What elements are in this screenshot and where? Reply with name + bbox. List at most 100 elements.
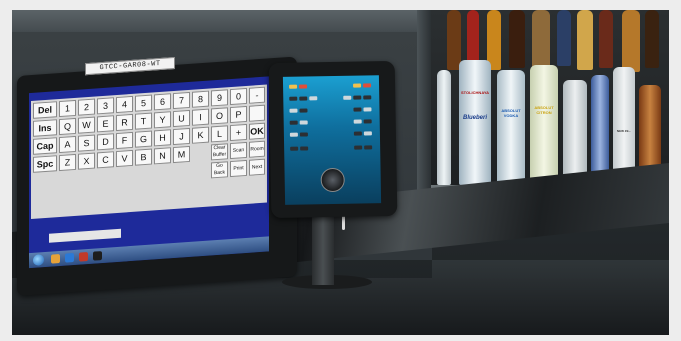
key[interactable]: K bbox=[192, 126, 209, 144]
wall-top-trim bbox=[12, 10, 432, 32]
key[interactable]: F bbox=[116, 131, 133, 150]
next-key[interactable]: Next bbox=[249, 158, 265, 176]
absolut-citron-label: ABSOLUT CITRON bbox=[534, 105, 554, 115]
control-button[interactable] bbox=[353, 131, 362, 136]
bar-photo: STOLICHNAYA Blueberi ABSOLUT VODKA ABSOL… bbox=[12, 10, 669, 335]
key[interactable]: C bbox=[97, 151, 114, 169]
navigation-wheel-icon[interactable] bbox=[320, 167, 345, 193]
control-button[interactable] bbox=[299, 108, 308, 113]
key[interactable]: 5 bbox=[135, 94, 152, 112]
key-ins[interactable]: Ins bbox=[33, 119, 57, 137]
control-button[interactable] bbox=[353, 83, 362, 88]
key[interactable]: - bbox=[249, 86, 265, 104]
start-orb-icon[interactable] bbox=[33, 254, 44, 266]
key[interactable]: Z bbox=[59, 153, 76, 172]
key[interactable]: N bbox=[154, 147, 171, 165]
control-button[interactable] bbox=[289, 84, 298, 89]
tablet-screen[interactable] bbox=[282, 75, 382, 205]
tablet bbox=[268, 60, 398, 219]
key[interactable]: + bbox=[230, 123, 247, 142]
control-button[interactable] bbox=[353, 107, 362, 112]
key[interactable]: S bbox=[78, 134, 95, 152]
control-button[interactable] bbox=[364, 145, 373, 150]
control-button[interactable] bbox=[363, 107, 372, 112]
control-button[interactable] bbox=[299, 84, 308, 89]
control-button[interactable] bbox=[343, 95, 352, 100]
key[interactable]: D bbox=[97, 133, 114, 151]
key[interactable]: J bbox=[173, 127, 190, 146]
control-button[interactable] bbox=[354, 145, 363, 150]
go-back-key[interactable]: Go Back bbox=[211, 161, 228, 179]
key-spc[interactable]: Spc bbox=[33, 155, 57, 173]
pos-screen[interactable]: Del 1 2 3 4 5 6 7 8 9 0 - Ins Q W E R T … bbox=[29, 76, 269, 269]
control-button[interactable] bbox=[363, 119, 372, 124]
key[interactable]: O bbox=[211, 107, 228, 125]
control-button[interactable] bbox=[299, 120, 308, 125]
key-ok[interactable]: OK bbox=[249, 122, 265, 140]
bottle bbox=[563, 80, 587, 185]
key[interactable]: G bbox=[135, 130, 152, 148]
key[interactable]: Q bbox=[59, 117, 76, 136]
key[interactable] bbox=[249, 104, 265, 122]
control-button[interactable] bbox=[299, 96, 308, 101]
key[interactable]: Y bbox=[154, 111, 171, 129]
clear-buffer-key[interactable]: Clear Buffer bbox=[211, 143, 228, 161]
app-icon[interactable] bbox=[51, 253, 60, 264]
app-icon[interactable] bbox=[65, 253, 74, 263]
control-button[interactable] bbox=[353, 119, 362, 124]
control-button[interactable] bbox=[363, 83, 372, 88]
key[interactable]: 7 bbox=[173, 91, 190, 110]
control-button[interactable] bbox=[289, 120, 298, 125]
key[interactable]: T bbox=[135, 112, 152, 130]
control-button[interactable] bbox=[353, 95, 362, 100]
key[interactable]: W bbox=[78, 116, 95, 134]
app-icon[interactable] bbox=[93, 251, 102, 261]
control-button[interactable] bbox=[289, 108, 298, 113]
bottle bbox=[532, 10, 550, 72]
key[interactable]: 8 bbox=[192, 90, 209, 108]
key[interactable]: L bbox=[211, 125, 228, 143]
control-button[interactable] bbox=[289, 132, 298, 137]
photo-frame: STOLICHNAYA Blueberi ABSOLUT VODKA ABSOL… bbox=[0, 0, 681, 341]
key[interactable]: X bbox=[78, 152, 95, 170]
key[interactable]: I bbox=[192, 108, 209, 126]
key[interactable]: 9 bbox=[211, 89, 228, 107]
key[interactable]: 3 bbox=[97, 97, 114, 115]
key[interactable]: 1 bbox=[59, 99, 76, 118]
key[interactable]: H bbox=[154, 129, 171, 147]
key-del[interactable]: Del bbox=[33, 101, 57, 119]
control-button[interactable] bbox=[289, 96, 298, 101]
key[interactable]: E bbox=[97, 115, 114, 133]
key[interactable]: P bbox=[230, 105, 247, 124]
control-button[interactable] bbox=[290, 146, 299, 151]
key[interactable]: 6 bbox=[154, 93, 171, 111]
tablet-stand bbox=[312, 215, 334, 285]
key[interactable]: U bbox=[173, 109, 190, 128]
scan-key[interactable]: Scan bbox=[230, 141, 247, 160]
absolut-citron-bottle: ABSOLUT CITRON bbox=[530, 65, 558, 185]
key[interactable]: A bbox=[59, 135, 76, 154]
key[interactable]: 2 bbox=[78, 98, 95, 116]
onscreen-keyboard: Del 1 2 3 4 5 6 7 8 9 0 - Ins Q W E R T … bbox=[31, 84, 267, 220]
key[interactable]: M bbox=[173, 145, 190, 164]
key[interactable]: R bbox=[116, 113, 133, 132]
app-icon[interactable] bbox=[79, 252, 88, 262]
bottle bbox=[467, 10, 479, 65]
bottle bbox=[557, 10, 571, 66]
key[interactable]: V bbox=[116, 149, 133, 168]
room-key[interactable]: Room bbox=[249, 140, 265, 158]
text-input-bar[interactable] bbox=[49, 228, 121, 243]
stolichnaya-label: STOLICHNAYA bbox=[460, 90, 490, 95]
control-button[interactable] bbox=[363, 95, 372, 100]
control-button[interactable] bbox=[363, 131, 372, 136]
stolichnaya-bottle: STOLICHNAYA Blueberi bbox=[459, 60, 491, 185]
key[interactable]: B bbox=[135, 148, 152, 166]
blueberi-label: Blueberi bbox=[462, 115, 487, 121]
control-button[interactable] bbox=[309, 96, 318, 101]
control-button[interactable] bbox=[299, 132, 308, 137]
key[interactable]: 0 bbox=[230, 87, 247, 106]
key[interactable]: 4 bbox=[116, 95, 133, 114]
control-button[interactable] bbox=[300, 146, 309, 151]
print-key[interactable]: Print bbox=[230, 159, 247, 178]
key-cap[interactable]: Cap bbox=[33, 137, 57, 155]
